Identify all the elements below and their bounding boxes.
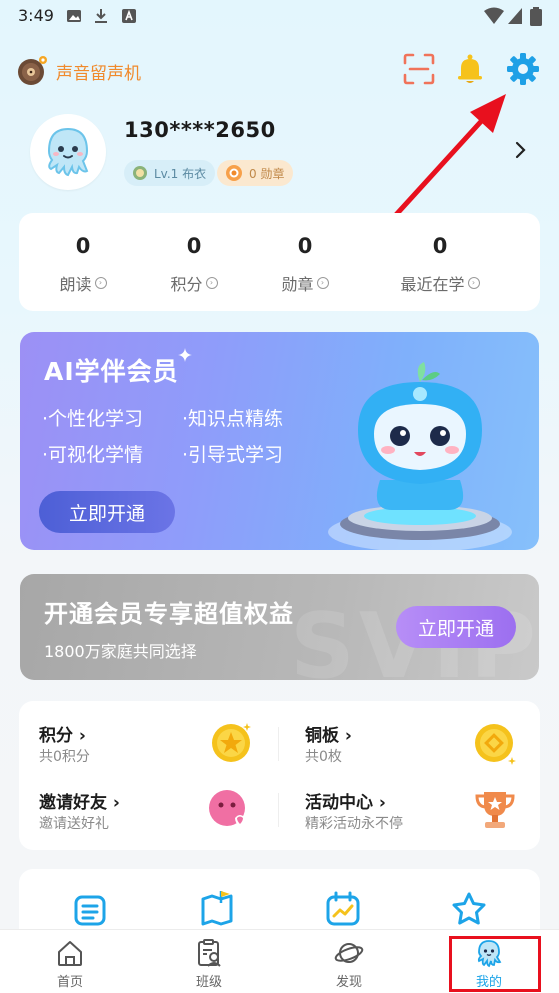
benefits-card: 积分 › 共0积分 铜板 › 共0枚 邀请好友 › 邀请送好礼 活动中心 › 精… — [19, 701, 540, 850]
benefit-subtitle: 邀请送好礼 — [39, 816, 109, 832]
nav-label: 班级 — [195, 975, 222, 990]
vip-banner[interactable]: SVIP 开通会员专享超值权益 1800万家庭共同选择 立即开通 — [20, 574, 539, 680]
status-bar: 3:49 — [0, 0, 559, 32]
sparkle-icon — [178, 348, 192, 362]
octopus-avatar-icon — [47, 127, 89, 177]
ai-feature: ·个性化学习 — [42, 408, 144, 430]
stat-value: 0 — [432, 234, 448, 258]
invite-face-icon — [209, 790, 245, 827]
app-brand[interactable]: 声音留声机 — [16, 55, 141, 87]
download-notification-icon — [95, 9, 107, 23]
status-time: 3:49 — [18, 6, 54, 25]
vip-banner-title: 开通会员专享超值权益 — [44, 600, 294, 628]
benefit-title: 铜板 — [305, 726, 339, 746]
benefit-points[interactable]: 积分 › 共0积分 — [39, 721, 274, 771]
medal-icon — [226, 165, 242, 181]
app-name: 声音留声机 — [56, 63, 141, 84]
benefit-title: 邀请好友 — [39, 793, 107, 813]
medal-badge-label: 0 勋章 — [249, 166, 285, 181]
nav-label: 首页 — [56, 975, 83, 990]
benefit-subtitle: 共0积分 — [39, 749, 90, 765]
battery-icon — [530, 7, 542, 26]
notebook-icon[interactable] — [73, 893, 107, 927]
circle-arrow-icon: › — [94, 277, 107, 289]
stat-value: 0 — [75, 234, 91, 258]
vip-open-button[interactable]: 立即开通 — [396, 606, 516, 648]
chevron-right-icon: › — [112, 793, 120, 813]
level-badge-label: Lv.1 布衣 — [154, 166, 207, 181]
stats-card: 0 朗读 › 0 积分 › 0 勋章 › 0 最近在学 › — [19, 213, 540, 311]
ai-banner-title: AI学伴会员 — [44, 357, 179, 386]
chevron-right-icon: › — [344, 726, 352, 746]
stat-value: 0 — [297, 234, 313, 258]
ai-membership-banner[interactable]: AI学伴会员 ·个性化学习 ·知识点精练 ·可视化学情 ·引导式学习 立即开通 — [20, 332, 539, 550]
chevron-right-icon[interactable] — [510, 138, 530, 162]
trophy-icon — [475, 792, 515, 828]
chevron-right-icon: › — [378, 793, 386, 813]
stat-medals[interactable]: 0 勋章 › — [241, 213, 369, 311]
level-icon — [133, 166, 147, 180]
stat-points[interactable]: 0 积分 › — [130, 213, 258, 311]
wifi-icon — [484, 7, 504, 24]
copper-coin-icon — [475, 724, 516, 765]
benefit-title: 积分 — [39, 726, 73, 746]
signal-icon — [508, 8, 522, 24]
stat-label: 勋章 — [281, 275, 314, 294]
ai-feature: ·知识点精练 — [182, 408, 284, 430]
avatar[interactable] — [30, 114, 106, 190]
stat-label: 最近在学 — [400, 275, 465, 294]
nav-discover[interactable]: 发现 — [299, 930, 399, 993]
nav-home[interactable]: 首页 — [20, 930, 120, 993]
circle-arrow-icon: › — [467, 277, 480, 289]
image-notification-icon — [67, 10, 81, 22]
benefit-activity[interactable]: 活动中心 › 精彩活动永不停 — [305, 788, 530, 838]
nav-label: 发现 — [335, 975, 362, 990]
circle-arrow-icon: › — [316, 277, 329, 289]
stat-label: 朗读 — [59, 275, 92, 294]
home-icon — [58, 941, 82, 966]
divider — [278, 727, 279, 761]
vip-banner-subtitle: 1800万家庭共同选择 — [44, 642, 197, 661]
stat-reading[interactable]: 0 朗读 › — [19, 213, 147, 311]
mascot-robot-icon — [328, 362, 512, 550]
nav-class[interactable]: 班级 — [159, 930, 259, 993]
annotation-highlight-box — [449, 936, 541, 992]
benefit-subtitle: 共0枚 — [305, 749, 342, 765]
class-icon — [198, 939, 221, 967]
chevron-right-icon: › — [78, 726, 86, 746]
stat-recent[interactable]: 0 最近在学 › — [381, 213, 499, 311]
level-badge[interactable]: Lv.1 布衣 — [124, 160, 216, 186]
stat-label: 积分 — [170, 275, 203, 294]
benefit-title: 活动中心 — [305, 793, 373, 813]
ai-feature: ·可视化学情 — [42, 444, 144, 466]
calendar-chart-icon[interactable] — [325, 891, 361, 927]
star-icon[interactable] — [451, 891, 487, 927]
map-flag-icon[interactable] — [199, 889, 235, 927]
phone-number: 130****2650 — [124, 118, 276, 142]
stat-value: 0 — [186, 234, 202, 258]
divider — [278, 793, 279, 827]
coin-star-icon — [212, 723, 251, 762]
benefit-invite[interactable]: 邀请好友 › 邀请送好礼 — [39, 788, 274, 838]
app-notification-icon — [122, 9, 136, 23]
medal-badge[interactable]: 0 勋章 — [217, 160, 294, 186]
benefit-copper[interactable]: 铜板 › 共0枚 — [305, 721, 530, 771]
planet-icon — [334, 943, 364, 963]
circle-arrow-icon: › — [205, 277, 218, 289]
record-icon — [18, 56, 47, 85]
ai-open-button[interactable]: 立即开通 — [39, 491, 175, 533]
benefit-subtitle: 精彩活动永不停 — [305, 816, 403, 832]
ai-feature: ·引导式学习 — [182, 444, 284, 466]
